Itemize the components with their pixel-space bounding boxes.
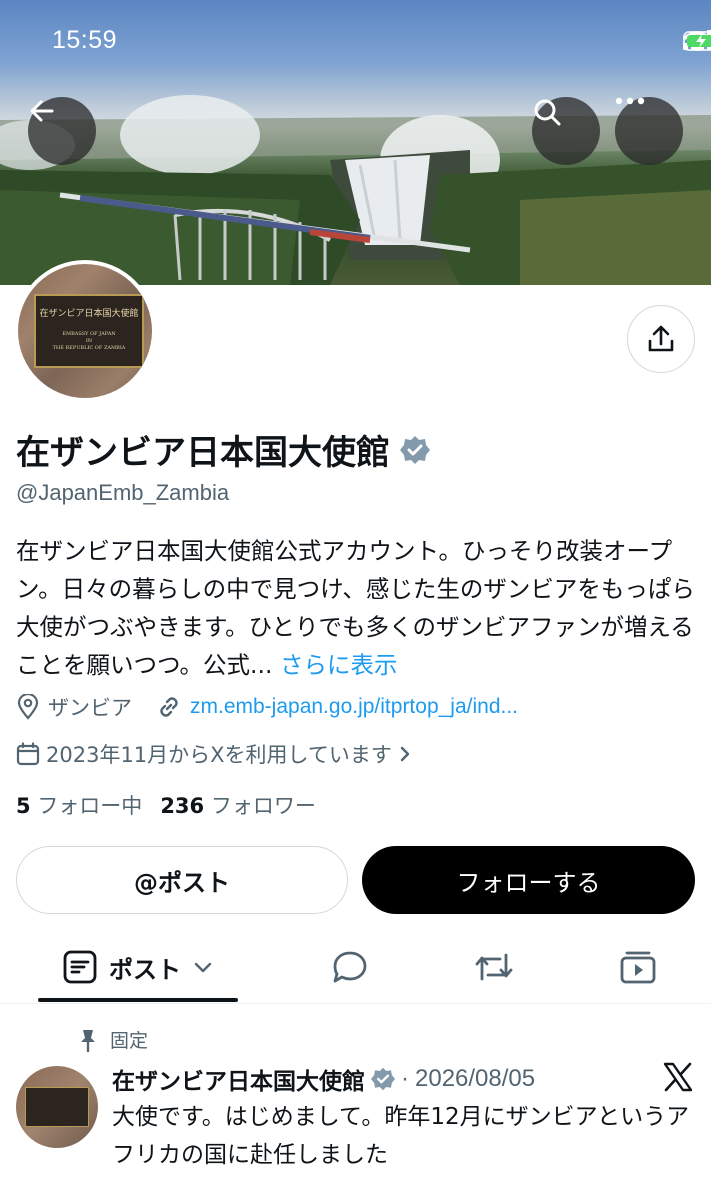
post-separator: · (401, 1065, 409, 1092)
plaque-line-3: THE REPUBLIC OF ZAMBIA (52, 345, 126, 351)
location-pin-icon (17, 694, 39, 720)
plaque-line-2: IN (85, 338, 93, 344)
verified-badge-icon (371, 1067, 395, 1091)
profile-tabs: ポスト (0, 930, 711, 1004)
post-text: 大使です。はじめまして。昨年12月にザンビアというアフリカの国に赴任しました (112, 1104, 690, 1168)
search-icon (534, 99, 561, 126)
tab-posts-label: ポスト (109, 955, 181, 984)
show-more-link[interactable]: さらに表示 (280, 651, 398, 679)
battery-charging-icon (683, 31, 711, 51)
follow-stats: 5 フォロー中 236 フォロワー (16, 790, 316, 820)
share-button[interactable] (627, 305, 695, 373)
pinned-indicator: 固定 (78, 1026, 148, 1053)
avatar-image: 在ザンビア日本国大使館 EMBASSY OF JAPAN IN THE REPU… (18, 264, 152, 398)
plaque-title: 在ザンビア日本国大使館 (39, 309, 139, 319)
x-logo-icon[interactable] (663, 1062, 693, 1092)
repost-icon (475, 953, 513, 981)
more-options-button[interactable] (615, 97, 683, 165)
followers-stat[interactable]: 236 フォロワー (160, 790, 316, 820)
link-icon (160, 697, 178, 717)
verified-badge-icon[interactable] (400, 435, 430, 465)
arrow-left-icon (30, 100, 54, 122)
post-author-avatar[interactable] (16, 1066, 98, 1148)
profile-meta-row: ザンビア zm.emb-japan.go.jp/itprtop_ja/ind..… (16, 692, 518, 722)
share-icon (648, 325, 674, 352)
post-author-name[interactable]: 在ザンビア日本国大使館 (112, 1062, 365, 1096)
media-icon (620, 951, 656, 984)
embassy-plaque: 在ザンビア日本国大使館 EMBASSY OF JAPAN IN THE REPU… (34, 294, 144, 368)
followers-count: 236 (160, 794, 205, 818)
posts-icon (63, 950, 97, 984)
status-time: 15:59 (52, 26, 118, 54)
tab-reposts[interactable] (454, 930, 534, 1004)
search-button[interactable] (532, 97, 600, 165)
chevron-down-icon[interactable] (193, 960, 213, 974)
tab-replies[interactable] (310, 930, 390, 1004)
pinned-label: 固定 (110, 1030, 149, 1052)
post-header: 在ザンビア日本国大使館 · 2026/08/05 (112, 1062, 535, 1096)
more-horizontal-icon (615, 97, 645, 105)
speech-bubble-icon (333, 951, 367, 983)
profile-avatar[interactable]: 在ザンビア日本国大使館 EMBASSY OF JAPAN IN THE REPU… (14, 260, 156, 402)
post-date[interactable]: 2026/08/05 (415, 1065, 535, 1093)
profile-handle: @JapanEmb_Zambia (16, 480, 230, 505)
following-count: 5 (16, 794, 31, 818)
profile-website-link[interactable]: zm.emb-japan.go.jp/itprtop_ja/ind... (190, 695, 518, 719)
chevron-right-icon (400, 746, 410, 762)
plaque-line-1: EMBASSY OF JAPAN (62, 331, 116, 337)
joined-date: 2023年11月からXを利用しています (46, 743, 392, 767)
profile-name-row: 在ザンビア日本国大使館 (16, 425, 430, 474)
following-stat[interactable]: 5 フォロー中 (16, 790, 142, 820)
joined-date-row[interactable]: 2023年11月からXを利用しています (16, 739, 412, 769)
followers-label: フォロワー (210, 794, 316, 818)
mini-plaque (25, 1087, 89, 1127)
display-name: 在ザンビア日本国大使館 (16, 433, 390, 473)
follow-button[interactable]: フォローする (362, 846, 695, 914)
calendar-icon (16, 742, 40, 766)
tab-media[interactable] (598, 930, 678, 1004)
pin-icon (81, 1029, 95, 1052)
profile-location: ザンビア (48, 696, 132, 720)
profile-banner[interactable]: 15:59 (0, 0, 711, 285)
following-label: フォロー中 (37, 794, 143, 818)
plaque-text: EMBASSY OF JAPAN IN THE REPUBLIC OF ZAMB… (36, 331, 142, 352)
active-tab-indicator (38, 998, 238, 1002)
mention-post-button[interactable]: @ポスト (16, 846, 348, 914)
back-button[interactable] (28, 97, 96, 165)
profile-bio: 在ザンビア日本国大使館公式アカウント。ひっそり改装オープン。日々の暮らしの中で見… (16, 532, 696, 684)
tab-posts[interactable]: ポスト (38, 930, 238, 1004)
